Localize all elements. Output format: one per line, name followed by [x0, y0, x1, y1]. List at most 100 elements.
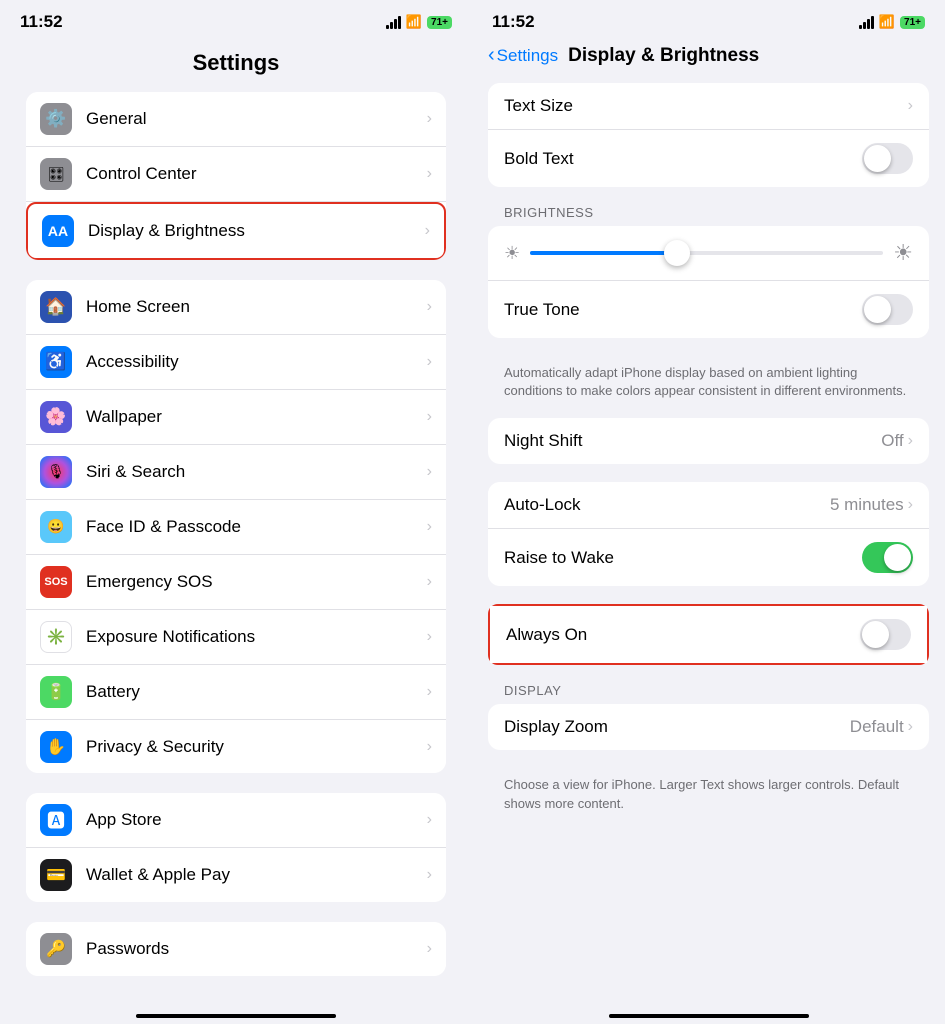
always-on-label: Always On [506, 625, 860, 645]
brightness-slider-thumb[interactable] [664, 240, 690, 266]
raise-to-wake-item[interactable]: Raise to Wake [488, 529, 929, 586]
exposure-label: Exposure Notifications [86, 627, 419, 647]
night-shift-label: Night Shift [504, 431, 881, 451]
exposure-icon: ✳️ [40, 621, 72, 653]
bold-text-toggle[interactable] [862, 143, 913, 174]
general-label: General [86, 109, 419, 129]
home-indicator-left [136, 1014, 336, 1018]
raise-to-wake-label: Raise to Wake [504, 548, 862, 568]
right-bottom-bar [472, 996, 945, 1024]
battery-label: Battery [86, 682, 419, 702]
brightness-slider-track[interactable] [530, 251, 883, 255]
chevron-icon: › [427, 738, 432, 756]
brightness-sun-large-icon: ☀ [893, 240, 913, 266]
lock-wake-group: Auto-Lock 5 minutes › Raise to Wake [488, 482, 929, 586]
chevron-icon: › [908, 496, 913, 514]
app-store-label: App Store [86, 810, 419, 830]
app-store-icon: 🅰 [40, 804, 72, 836]
wallet-label: Wallet & Apple Pay [86, 865, 419, 885]
privacy-label: Privacy & Security [86, 737, 419, 757]
display-zoom-value: Default [850, 717, 904, 737]
siri-icon: 🎙 [40, 456, 72, 488]
always-on-toggle[interactable] [860, 619, 911, 650]
always-on-group: Always On [488, 604, 929, 665]
left-panel: 11:52 📶 71+ Settings ⚙️ General › 🎛 Cont… [0, 0, 472, 1024]
chevron-left-icon: ‹ [488, 44, 495, 67]
chevron-icon: › [425, 222, 430, 240]
auto-lock-item[interactable]: Auto-Lock 5 minutes › [488, 482, 929, 529]
true-tone-item[interactable]: True Tone [488, 281, 929, 338]
chevron-icon: › [427, 165, 432, 183]
true-tone-toggle[interactable] [862, 294, 913, 325]
sidebar-item-siri-search[interactable]: 🎙 Siri & Search › [26, 445, 446, 500]
chevron-icon: › [427, 573, 432, 591]
sidebar-item-privacy-security[interactable]: ✋ Privacy & Security › [26, 720, 446, 773]
text-size-item[interactable]: Text Size › [488, 83, 929, 130]
home-indicator-right [609, 1014, 809, 1018]
chevron-icon: › [427, 298, 432, 316]
battery-badge-right: 71+ [900, 16, 925, 29]
back-button[interactable]: ‹ Settings [488, 44, 558, 67]
sidebar-item-passwords[interactable]: 🔑 Passwords › [26, 922, 446, 976]
status-icons-left: 📶 71+ [386, 14, 452, 30]
time-right: 11:52 [492, 12, 535, 32]
chevron-icon: › [427, 110, 432, 128]
chevron-icon: › [427, 683, 432, 701]
right-panel-title: Display & Brightness [568, 45, 759, 67]
chevron-icon: › [908, 432, 913, 450]
signal-icon [386, 16, 401, 29]
sidebar-item-wallpaper[interactable]: 🌸 Wallpaper › [26, 390, 446, 445]
accessibility-icon: ♿ [40, 346, 72, 378]
settings-group-1: ⚙️ General › 🎛 Control Center › AA Displ… [26, 92, 446, 260]
bold-text-item[interactable]: Bold Text [488, 130, 929, 187]
sidebar-item-wallet[interactable]: 💳 Wallet & Apple Pay › [26, 848, 446, 902]
chevron-icon: › [427, 518, 432, 536]
display-zoom-item[interactable]: Display Zoom Default › [488, 704, 929, 750]
chevron-icon: › [427, 866, 432, 884]
sidebar-item-emergency-sos[interactable]: SOS Emergency SOS › [26, 555, 446, 610]
brightness-slider-fill [530, 251, 671, 255]
chevron-icon: › [908, 718, 913, 736]
display-zoom-label: Display Zoom [504, 717, 850, 737]
chevron-icon: › [427, 811, 432, 829]
sidebar-item-accessibility[interactable]: ♿ Accessibility › [26, 335, 446, 390]
brightness-slider-row[interactable]: ☀ ☀ [488, 226, 929, 281]
sidebar-item-general[interactable]: ⚙️ General › [26, 92, 446, 147]
auto-lock-label: Auto-Lock [504, 495, 830, 515]
raise-to-wake-toggle[interactable] [862, 542, 913, 573]
left-bottom-bar [136, 996, 336, 1024]
chevron-icon: › [427, 353, 432, 371]
display-group: Display Zoom Default › [488, 704, 929, 750]
battery-icon: 🔋 [40, 676, 72, 708]
night-shift-item[interactable]: Night Shift Off › [488, 418, 929, 464]
sidebar-item-face-id[interactable]: 😀 Face ID & Passcode › [26, 500, 446, 555]
text-group: Text Size › Bold Text [488, 83, 929, 187]
home-screen-icon: 🏠 [40, 291, 72, 323]
sidebar-item-exposure[interactable]: ✳️ Exposure Notifications › [26, 610, 446, 665]
sidebar-item-display-brightness[interactable]: AA Display & Brightness › [26, 202, 446, 260]
wallpaper-icon: 🌸 [40, 401, 72, 433]
chevron-icon: › [427, 940, 432, 958]
auto-lock-value: 5 minutes [830, 495, 904, 515]
settings-group-2: 🏠 Home Screen › ♿ Accessibility › 🌸 Wall… [26, 280, 446, 773]
settings-group-3: 🅰 App Store › 💳 Wallet & Apple Pay › [26, 793, 446, 902]
wifi-icon: 📶 [406, 14, 422, 30]
always-on-item[interactable]: Always On [490, 606, 927, 663]
sidebar-item-app-store[interactable]: 🅰 App Store › [26, 793, 446, 848]
status-icons-right: 📶 71+ [859, 14, 925, 30]
face-id-label: Face ID & Passcode [86, 517, 419, 537]
sidebar-item-home-screen[interactable]: 🏠 Home Screen › [26, 280, 446, 335]
home-screen-label: Home Screen [86, 297, 419, 317]
settings-group-4: 🔑 Passwords › [26, 922, 446, 976]
face-id-icon: 😀 [40, 511, 72, 543]
bold-text-label: Bold Text [504, 149, 862, 169]
right-panel: 11:52 📶 71+ ‹ Settings Display & Brightn… [472, 0, 945, 1024]
sidebar-item-control-center[interactable]: 🎛 Control Center › [26, 147, 446, 202]
status-bar-left: 11:52 📶 71+ [0, 0, 472, 36]
chevron-icon: › [427, 463, 432, 481]
wifi-icon-right: 📶 [879, 14, 895, 30]
sidebar-item-battery[interactable]: 🔋 Battery › [26, 665, 446, 720]
right-header: ‹ Settings Display & Brightness [472, 36, 945, 83]
right-content: Text Size › Bold Text BRIGHTNESS ☀ ☀ Tru… [472, 83, 945, 996]
brightness-group: ☀ ☀ True Tone [488, 226, 929, 338]
